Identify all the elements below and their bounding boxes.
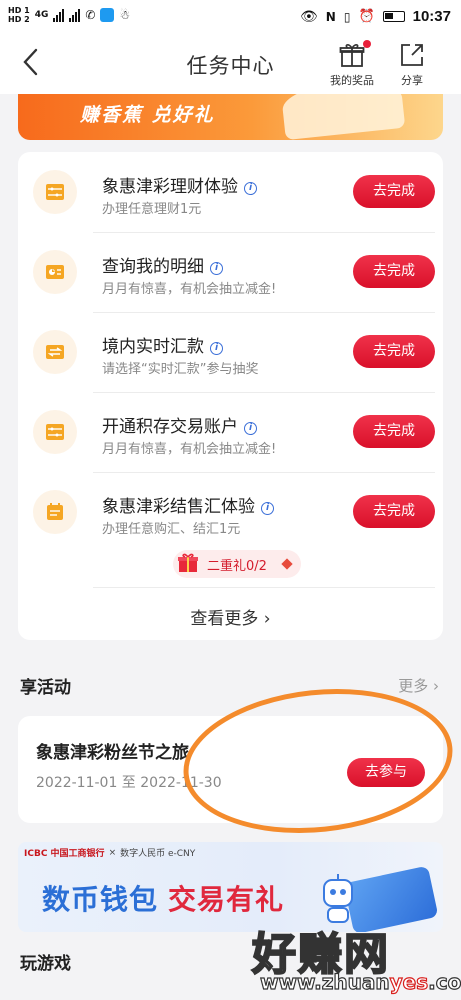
task-subtitle: 月月有惊喜，有机会抽立减金! — [102, 442, 277, 457]
gift-box-icon — [177, 553, 199, 573]
statement-icon — [33, 250, 77, 294]
task-title: 象惠津彩结售汇体验 — [102, 497, 255, 517]
eye-icon: 👁 — [300, 8, 318, 25]
my-prizes-button[interactable]: 我的奖品 — [326, 40, 378, 88]
signal-icon — [53, 8, 65, 22]
task-subtitle: 月月有惊喜，有机会抽立减金! — [102, 282, 277, 297]
complete-task-button[interactable]: 去完成 — [353, 415, 435, 448]
activities-title: 享活动 — [20, 678, 71, 698]
promo-banner[interactable]: 赚香蕉 兑好礼 — [18, 94, 443, 140]
status-right: 👁 N ▯ ⏰ 10:37 — [300, 8, 451, 25]
wechat-icon: ✆ — [85, 8, 96, 22]
share-icon — [399, 42, 425, 68]
complete-task-button[interactable]: 去完成 — [353, 175, 435, 208]
nav-bar: 任务中心 我的奖品 分享 — [0, 34, 461, 94]
my-prizes-label: 我的奖品 — [330, 74, 374, 87]
double-gift-label: 二重礼0/2 — [207, 559, 267, 574]
gift-icon — [339, 40, 371, 68]
activity-title: 象惠津彩粉丝节之旅 — [36, 743, 189, 763]
watermark-url: www.zhuanyes.com — [259, 969, 461, 994]
activities-more-link[interactable]: 更多 › — [398, 675, 439, 696]
complete-task-button[interactable]: 去完成 — [353, 495, 435, 528]
abacus-icon — [33, 410, 77, 454]
sim1-label: HD 1 — [8, 6, 30, 15]
see-more-label: 查看更多 — [190, 609, 259, 629]
status-bar: HD 1 HD 2 4G ✆ ☃ 👁 N ▯ ⏰ 10:37 — [0, 0, 461, 34]
complete-task-button[interactable]: 去完成 — [353, 335, 435, 368]
task-subtitle: 办理任意理财1元 — [102, 202, 202, 217]
more-label: 更多 — [398, 677, 429, 695]
task-title: 查询我的明细 — [102, 257, 204, 277]
task-title: 象惠津彩理财体验 — [102, 177, 238, 197]
complete-task-button[interactable]: 去完成 — [353, 255, 435, 288]
task-item: 查询我的明细 i 月月有惊喜，有机会抽立减金! 去完成 — [18, 232, 443, 312]
info-icon[interactable]: i — [261, 502, 274, 515]
qq-icon: ☃ — [119, 8, 131, 22]
book-illustration — [280, 94, 406, 140]
info-icon[interactable]: i — [210, 342, 223, 355]
chevron-right-icon: › — [263, 609, 271, 629]
abacus-icon — [33, 170, 77, 214]
nfc-icon: N — [325, 9, 336, 24]
double-gift-badge[interactable]: 二重礼0/2 — [173, 550, 301, 578]
task-item: 象惠津彩理财体验 i 办理任意理财1元 去完成 — [18, 152, 443, 232]
transfer-icon — [33, 330, 77, 374]
info-icon[interactable]: i — [210, 262, 223, 275]
task-title: 境内实时汇款 — [102, 337, 204, 357]
alarm-icon: ⏰ — [358, 9, 375, 24]
notification-dot — [363, 40, 371, 48]
ad-headline-1: 数币钱包 — [42, 883, 159, 916]
chevron-right-icon: › — [433, 677, 439, 695]
task-title: 开通积存交易账户 — [102, 417, 238, 437]
task-list-card: 象惠津彩理财体验 i 办理任意理财1元 去完成 查询我的明细 i 月月有惊喜，有机会… — [18, 152, 443, 640]
divider — [93, 587, 435, 588]
info-icon[interactable]: i — [244, 182, 257, 195]
banner-text: 赚香蕉 兑好礼 — [80, 104, 215, 126]
gem-icon — [281, 558, 293, 570]
clock: 10:37 — [412, 8, 451, 25]
site-watermark: 好赚网 www.zhuanyes.com — [250, 918, 461, 998]
status-left: HD 1 HD 2 4G ✆ ☃ — [8, 6, 130, 24]
task-item: 象惠津彩结售汇体验 i 办理任意购汇、结汇1元 去完成 — [18, 472, 443, 552]
see-more-link[interactable]: 查看更多 › — [18, 604, 443, 629]
task-item: 境内实时汇款 i 请选择“实时汇款”参与抽奖 去完成 — [18, 312, 443, 392]
icbc-logo: ICBC 中国工商银行 — [24, 849, 105, 859]
vibrate-icon: ▯ — [343, 9, 351, 24]
share-button[interactable]: 分享 — [386, 42, 438, 88]
task-item: 开通积存交易账户 i 月月有惊喜，有机会抽立减金! 去完成 — [18, 392, 443, 472]
ecny-logo: 数字人民币 e-CNY — [120, 849, 196, 859]
share-label: 分享 — [401, 74, 423, 87]
calendar-icon — [33, 490, 77, 534]
app-icon — [100, 8, 115, 22]
sim2-label: HD 2 — [8, 15, 30, 24]
games-title: 玩游戏 — [20, 954, 71, 974]
battery-icon — [382, 11, 405, 22]
task-subtitle: 请选择“实时汇款”参与抽奖 — [102, 362, 259, 377]
info-icon[interactable]: i — [244, 422, 257, 435]
ad-headline-2: 交易有礼 — [168, 883, 285, 916]
task-subtitle: 办理任意购汇、结汇1元 — [102, 522, 241, 537]
signal-icon-2 — [69, 8, 81, 22]
network-type: 4G — [34, 10, 49, 20]
times-icon: × — [108, 847, 117, 858]
